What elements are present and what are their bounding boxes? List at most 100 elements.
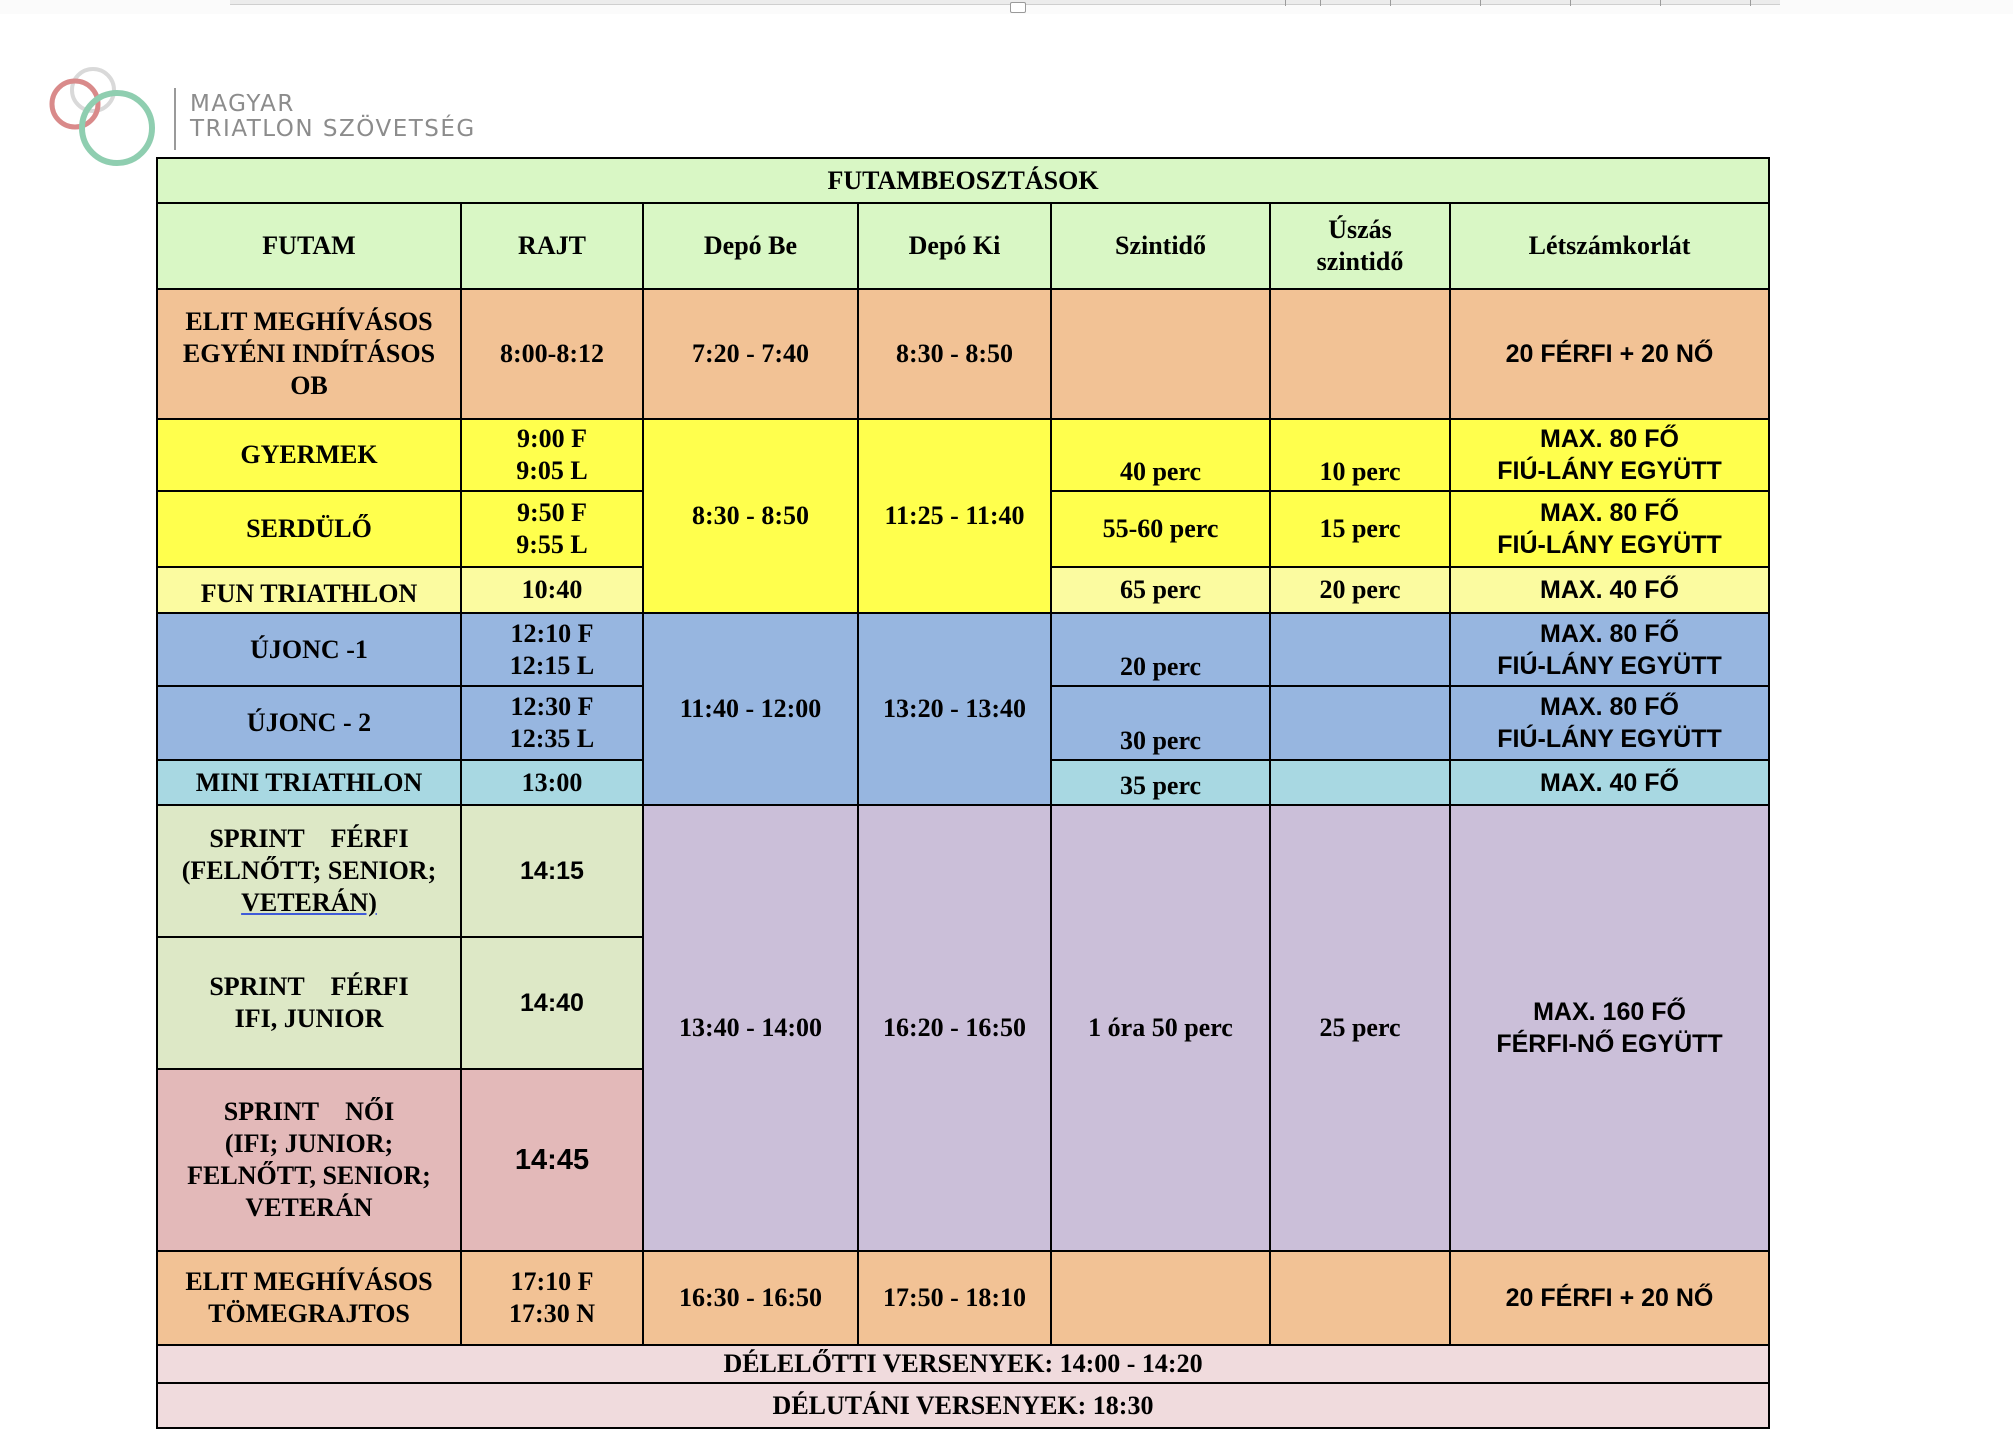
race-ujonc1: ÚJONC -1 bbox=[156, 612, 462, 687]
race-name-line: EGYÉNI INDÍTÁSOS bbox=[182, 339, 436, 368]
rajt-line: 9:05 L bbox=[516, 456, 588, 485]
letszam-line: FIÚ-LÁNY EGYÜTT bbox=[1497, 531, 1722, 559]
ruler-tick bbox=[1660, 0, 1661, 6]
uszas-mini bbox=[1269, 759, 1451, 806]
race-mini: MINI TRIATHLON bbox=[156, 759, 462, 806]
race-name-line: (FELNŐTT; SENIOR; bbox=[181, 856, 437, 885]
document-ruler bbox=[0, 0, 2013, 14]
depo-ki-morning: 11:25 - 11:40 bbox=[857, 418, 1052, 614]
race-name-line: ELIT MEGHÍVÁSOS bbox=[185, 1267, 433, 1296]
race-name-line: FELNŐTT, SENIOR; bbox=[187, 1161, 431, 1190]
letszam-ujonc2: MAX. 80 FŐ FIÚ-LÁNY EGYÜTT bbox=[1448, 685, 1771, 761]
rajt-mini: 13:00 bbox=[460, 759, 644, 806]
race-schedule-table: FUTAMBEOSZTÁSOK FUTAM RAJT Depó Be Depó … bbox=[155, 157, 1771, 1429]
rajt-gyermek: 9:00 F 9:05 L bbox=[460, 418, 644, 492]
szintido-elit-tomeg bbox=[1050, 1250, 1271, 1346]
depo-ki-elit-egyeni: 8:30 - 8:50 bbox=[857, 288, 1052, 420]
rajt-sprint-noi: 14:45 bbox=[460, 1068, 644, 1252]
race-sprint-ferfi-ifi: SPRINT FÉRFI IFI, JUNIOR bbox=[156, 936, 462, 1070]
ruler-indent-handle[interactable] bbox=[1010, 2, 1026, 13]
letszam-serdulo: MAX. 80 FŐ FIÚ-LÁNY EGYÜTT bbox=[1448, 490, 1771, 568]
table-title: FUTAMBEOSZTÁSOK bbox=[155, 157, 1771, 204]
szintido-fun: 65 perc bbox=[1050, 566, 1271, 614]
race-name-word: SPRINT bbox=[223, 1097, 320, 1126]
letszam-elit-egyeni: 20 FÉRFI + 20 NŐ bbox=[1448, 288, 1771, 420]
race-sprint-noi: SPRINT NŐI (IFI; JUNIOR; FELNŐTT, SENIOR;… bbox=[156, 1068, 462, 1252]
race-name-line: SPRINT FÉRFI bbox=[162, 823, 456, 855]
rajt-sprint-ferfi-ifi: 14:40 bbox=[460, 936, 644, 1070]
header-depo-be: Depó Be bbox=[642, 202, 859, 290]
szintido-ujonc1: 20 perc bbox=[1050, 612, 1271, 687]
uszas-sprint: 25 perc bbox=[1269, 804, 1451, 1252]
logo-divider bbox=[174, 88, 176, 150]
ruler-tick bbox=[1750, 0, 1751, 6]
header-szintido: Szintidő bbox=[1050, 202, 1271, 290]
logo-text-line1: MAGYAR bbox=[190, 91, 295, 117]
race-name-word: FÉRFI bbox=[330, 824, 409, 853]
header-futam: FUTAM bbox=[156, 202, 462, 290]
rajt-line: 9:50 F bbox=[516, 498, 588, 527]
rajt-serdulo: 9:50 F 9:55 L bbox=[460, 490, 644, 568]
race-name-line: SPRINT FÉRFI bbox=[162, 971, 456, 1003]
race-elit-tomeg: ELIT MEGHÍVÁSOS TÖMEGRAJTOS bbox=[156, 1250, 462, 1346]
depo-be-elit-tomeg: 16:30 - 16:50 bbox=[642, 1250, 859, 1346]
uszas-elit-egyeni bbox=[1269, 288, 1451, 420]
race-ujonc2: ÚJONC - 2 bbox=[156, 685, 462, 761]
letszam-line: MAX. 80 FŐ bbox=[1540, 693, 1679, 721]
header-uszas-line2: szintidő bbox=[1316, 247, 1404, 276]
header-uszas-szintido: Úszás szintidő bbox=[1269, 202, 1451, 290]
rings-icon bbox=[49, 67, 155, 166]
szintido-gyermek: 40 perc bbox=[1050, 418, 1271, 492]
footer-afternoon-results: DÉLUTÁNI VERSENYEK: 18:30 bbox=[155, 1382, 1771, 1429]
ruler-track bbox=[230, 0, 1780, 5]
header-uszas-line1: Úszás bbox=[1328, 215, 1392, 244]
uszas-fun: 20 perc bbox=[1269, 566, 1451, 614]
letszam-sprint: MAX. 160 FŐ FÉRFI-NŐ EGYÜTT bbox=[1448, 804, 1771, 1252]
rajt-ujonc2: 12:30 F 12:35 L bbox=[460, 685, 644, 761]
depo-be-sprint: 13:40 - 14:00 bbox=[642, 804, 859, 1252]
race-name-line: ELIT MEGHÍVÁSOS bbox=[185, 307, 433, 336]
rajt-sprint-ferfi-felnott: 14:15 bbox=[460, 804, 644, 938]
logo-text-line2: TRIATLON SZÖVETSÉG bbox=[190, 116, 476, 142]
race-name-line: VETERÁN bbox=[245, 1193, 373, 1222]
ruler-tick bbox=[1390, 0, 1391, 6]
rajt-line: 9:55 L bbox=[516, 530, 588, 559]
rajt-fun: 10:40 bbox=[460, 566, 644, 614]
rajt-elit-egyeni: 8:00-8:12 bbox=[460, 288, 644, 420]
race-elit-egyeni: ELIT MEGHÍVÁSOS EGYÉNI INDÍTÁSOS OB bbox=[156, 288, 462, 420]
race-sprint-ferfi-felnott: SPRINT FÉRFI (FELNŐTT; SENIOR; VETERÁN) bbox=[156, 804, 462, 938]
race-name-line: IFI, JUNIOR bbox=[234, 1004, 384, 1033]
depo-ki-midday: 13:20 - 13:40 bbox=[857, 612, 1052, 806]
rajt-line: 12:15 L bbox=[509, 650, 595, 680]
rajt-line: 9:00 F bbox=[516, 424, 588, 453]
race-name-word: SPRINT bbox=[209, 972, 305, 1001]
letszam-line: FIÚ-LÁNY EGYÜTT bbox=[1497, 725, 1722, 753]
letszam-line: MAX. 80 FŐ bbox=[1540, 499, 1679, 527]
footer-morning-results: DÉLELŐTTI VERSENYEK: 14:00 - 14:20 bbox=[155, 1344, 1771, 1384]
ruler-tick bbox=[1480, 0, 1481, 6]
race-name-line: (IFI; JUNIOR; bbox=[224, 1129, 394, 1158]
szintido-elit-egyeni bbox=[1050, 288, 1271, 420]
letszam-line: MAX. 160 FŐ bbox=[1533, 998, 1686, 1026]
race-name-line: OB bbox=[290, 371, 328, 400]
race-name-line: VETERÁN) bbox=[241, 888, 377, 917]
race-name-line: SPRINT NŐI bbox=[162, 1096, 456, 1128]
depo-ki-elit-tomeg: 17:50 - 18:10 bbox=[857, 1250, 1052, 1346]
letszam-mini: MAX. 40 FŐ bbox=[1448, 759, 1771, 806]
letszam-line: MAX. 80 FŐ bbox=[1540, 619, 1679, 648]
depo-be-elit-egyeni: 7:20 - 7:40 bbox=[642, 288, 859, 420]
ruler-tick bbox=[1285, 0, 1286, 6]
ruler-tick bbox=[1320, 0, 1321, 6]
race-name-word: FÉRFI bbox=[330, 972, 409, 1001]
race-gyermek: GYERMEK bbox=[156, 418, 462, 492]
ruler-tick bbox=[1570, 0, 1571, 6]
szintido-sprint: 1 óra 50 perc bbox=[1050, 804, 1271, 1252]
rajt-line: 17:10 F bbox=[510, 1267, 594, 1296]
letszam-elit-tomeg: 20 FÉRFI + 20 NŐ bbox=[1448, 1250, 1771, 1346]
race-fun: FUN TRIATHLON bbox=[156, 566, 462, 614]
letszam-fun: MAX. 40 FŐ bbox=[1448, 566, 1771, 614]
race-name-word: SPRINT bbox=[209, 824, 305, 853]
uszas-elit-tomeg bbox=[1269, 1250, 1451, 1346]
letszam-line: FIÚ-LÁNY EGYÜTT bbox=[1497, 457, 1722, 485]
race-name-line: TÖMEGRAJTOS bbox=[208, 1299, 410, 1328]
